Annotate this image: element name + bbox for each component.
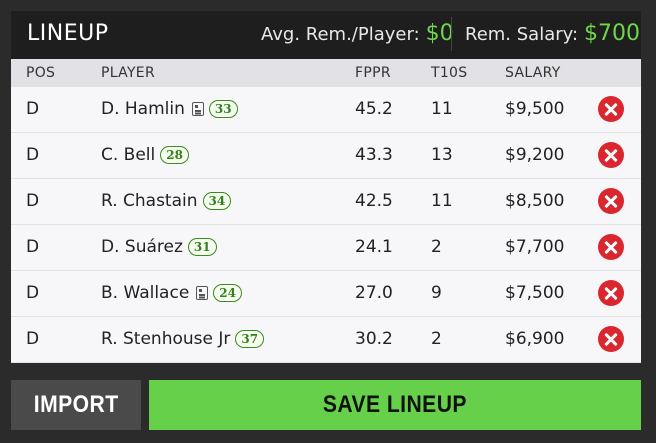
lineup-panel: LINEUP Avg. Rem./Player: $0 Rem. Salary:… — [11, 11, 641, 363]
player-name[interactable]: C. Bell — [101, 145, 155, 165]
player-salary: $7,700 — [505, 237, 565, 257]
player-cell: C. Bell 28 — [101, 145, 189, 165]
column-t10s[interactable]: T10S — [431, 65, 467, 81]
player-salary: $7,500 — [505, 283, 565, 303]
table-row[interactable]: D R. Chastain 34 42.5 11 $8,500 — [11, 179, 641, 225]
player-position: D — [26, 237, 40, 257]
car-number-badge: 31 — [187, 238, 217, 256]
player-fppr: 42.5 — [355, 191, 393, 211]
player-position: D — [26, 145, 40, 165]
table-row[interactable]: D D. Suárez 31 24.1 2 $7,700 — [11, 225, 641, 271]
avg-remaining-label: Avg. Rem./Player: — [261, 24, 420, 45]
remove-icon[interactable] — [598, 188, 624, 214]
news-icon[interactable] — [191, 102, 204, 116]
column-fppr[interactable]: FPPR — [355, 65, 391, 81]
player-fppr: 45.2 — [355, 99, 393, 119]
player-position: D — [26, 99, 40, 119]
lineup-header: LINEUP Avg. Rem./Player: $0 Rem. Salary:… — [11, 11, 641, 59]
remove-icon[interactable] — [598, 234, 624, 260]
player-t10s: 13 — [431, 145, 453, 165]
table-row[interactable]: D C. Bell 28 43.3 13 $9,200 — [11, 133, 641, 179]
player-name[interactable]: D. Hamlin — [101, 99, 185, 119]
news-icon[interactable] — [196, 286, 209, 300]
car-number-badge: 28 — [160, 146, 189, 164]
player-fppr: 24.1 — [355, 237, 393, 257]
remove-icon[interactable] — [598, 142, 624, 168]
remaining-salary-value: $700 — [584, 21, 641, 46]
import-button[interactable]: IMPORT — [11, 380, 141, 430]
remaining-salary-stat: Rem. Salary: $700 — [465, 21, 640, 46]
player-salary: $9,500 — [505, 99, 565, 119]
car-number-badge: 33 — [208, 100, 238, 118]
column-salary[interactable]: SALARY — [505, 65, 561, 81]
player-name[interactable]: D. Suárez — [101, 237, 183, 257]
player-name[interactable]: R. Stenhouse Jr — [101, 329, 230, 349]
player-fppr: 27.0 — [355, 283, 393, 303]
column-pos[interactable]: POS — [26, 65, 55, 81]
remove-icon[interactable] — [598, 96, 624, 122]
table-row[interactable]: D R. Stenhouse Jr 37 30.2 2 $6,900 — [11, 317, 641, 363]
player-position: D — [26, 329, 40, 349]
player-name[interactable]: R. Chastain — [101, 191, 198, 211]
player-t10s: 9 — [431, 283, 442, 303]
player-salary: $9,200 — [505, 145, 565, 165]
player-cell: R. Chastain 34 — [101, 191, 232, 211]
player-cell: R. Stenhouse Jr 37 — [101, 329, 265, 349]
table-header: POS PLAYER FPPR T10S SALARY — [11, 59, 641, 87]
player-cell: B. Wallace 24 — [101, 283, 242, 303]
player-t10s: 2 — [431, 237, 442, 257]
player-fppr: 43.3 — [355, 145, 393, 165]
remaining-salary-label: Rem. Salary: — [465, 24, 579, 45]
player-cell: D. Suárez 31 — [101, 237, 217, 257]
table-row[interactable]: D D. Hamlin 33 45.2 11 $9,500 — [11, 87, 641, 133]
car-number-badge: 34 — [202, 192, 232, 210]
avg-remaining-value: $0 — [425, 21, 454, 46]
player-t10s: 2 — [431, 329, 442, 349]
avg-remaining-stat: Avg. Rem./Player: $0 — [261, 21, 454, 46]
car-number-badge: 37 — [235, 330, 265, 348]
save-lineup-button-label: SAVE LINEUP — [322, 391, 468, 418]
player-salary: $8,500 — [505, 191, 565, 211]
player-t10s: 11 — [431, 99, 453, 119]
lineup-rows: D D. Hamlin 33 45.2 11 $9,500 D C. Bell 28 43.3 13… — [11, 87, 641, 363]
player-cell: D. Hamlin 33 — [101, 99, 238, 119]
player-position: D — [26, 191, 40, 211]
header-divider — [451, 17, 452, 51]
player-name[interactable]: B. Wallace — [101, 283, 189, 303]
player-t10s: 11 — [431, 191, 453, 211]
remove-icon[interactable] — [598, 326, 624, 352]
column-player[interactable]: PLAYER — [101, 65, 155, 81]
table-row[interactable]: D B. Wallace 24 27.0 9 $7,500 — [11, 271, 641, 317]
player-position: D — [26, 283, 40, 303]
car-number-badge: 24 — [213, 284, 242, 302]
save-lineup-button[interactable]: SAVE LINEUP — [149, 380, 641, 430]
import-button-label: IMPORT — [33, 391, 119, 418]
player-salary: $6,900 — [505, 329, 565, 349]
player-fppr: 30.2 — [355, 329, 393, 349]
lineup-title: LINEUP — [27, 21, 109, 46]
remove-icon[interactable] — [598, 280, 624, 306]
